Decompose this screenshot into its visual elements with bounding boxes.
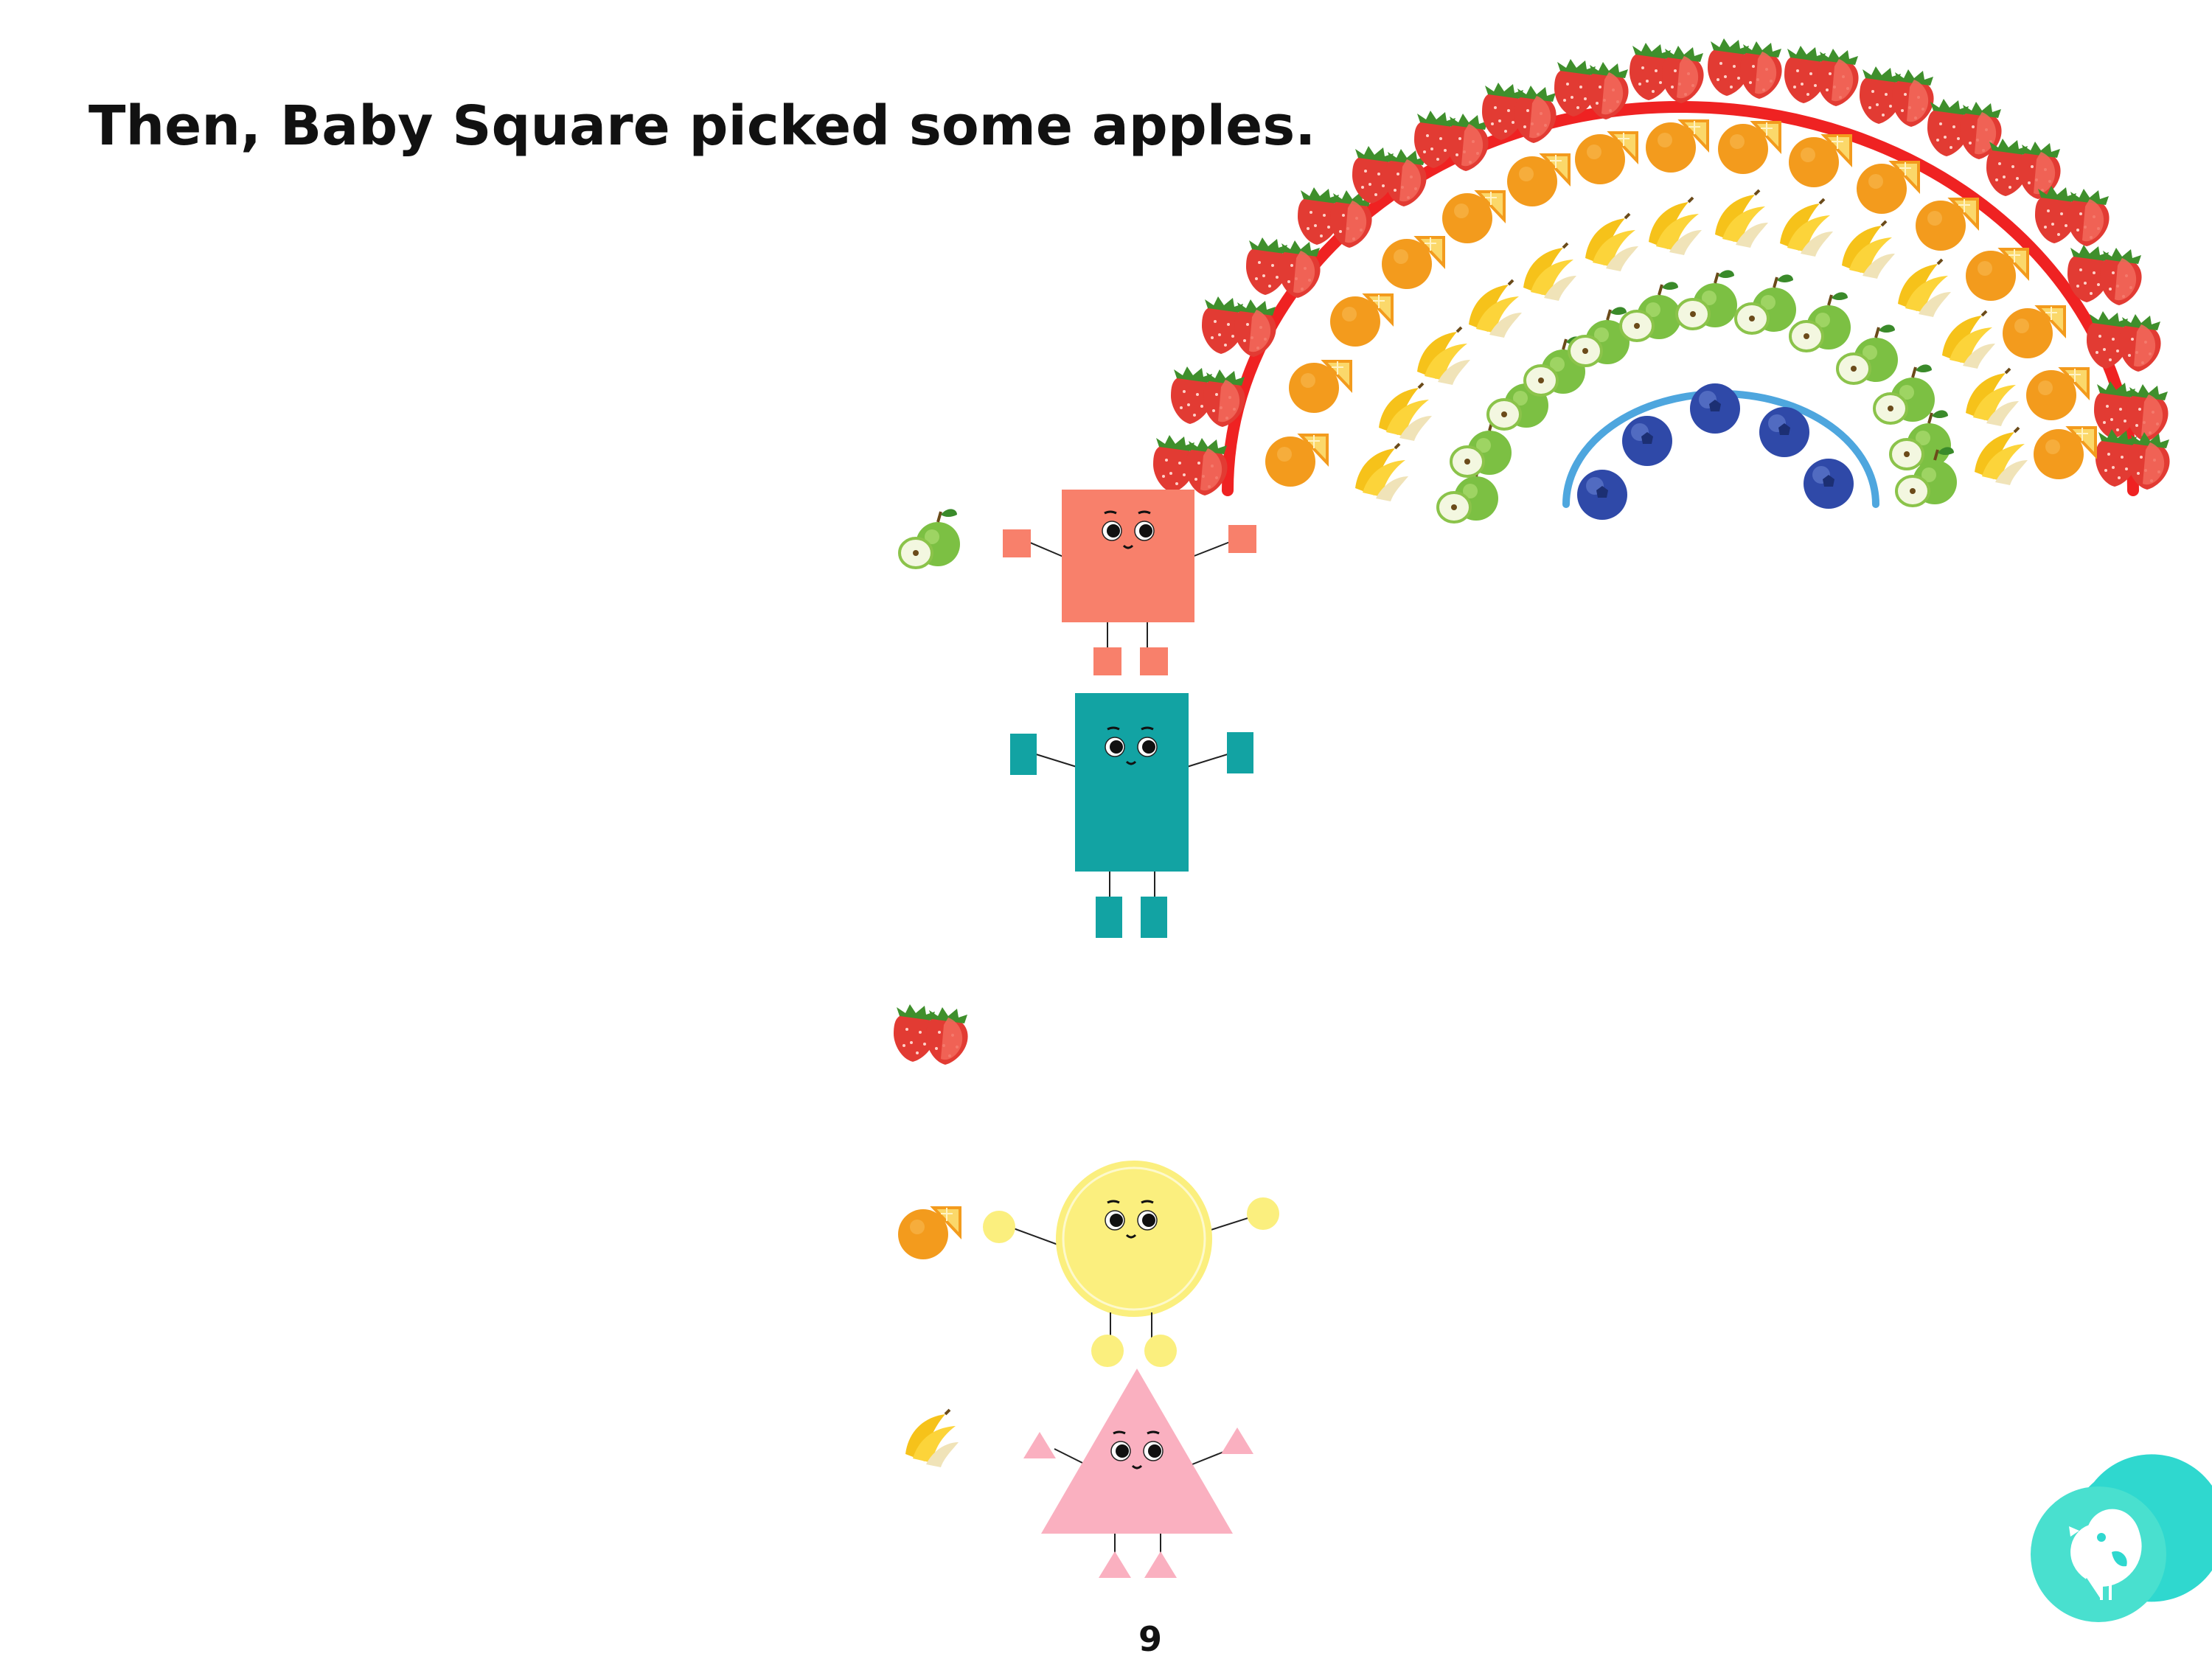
- held-banana: [904, 1408, 960, 1469]
- triangle-character: [1023, 1368, 1253, 1578]
- held-apple: [898, 507, 961, 569]
- illustration: [0, 0, 2212, 1622]
- held-orange: [897, 1206, 961, 1261]
- baby-square: [1003, 490, 1256, 675]
- blueberry-band: [1577, 383, 1854, 520]
- circle-character: [983, 1161, 1279, 1367]
- storybook-page: Then, Baby Square picked some apples. 9: [0, 0, 2212, 1659]
- bird-logo-icon: [2031, 1454, 2212, 1622]
- rectangle-character: [1010, 693, 1253, 938]
- held-strawberry: [894, 1004, 968, 1065]
- fruit-rainbow: [1153, 38, 2170, 524]
